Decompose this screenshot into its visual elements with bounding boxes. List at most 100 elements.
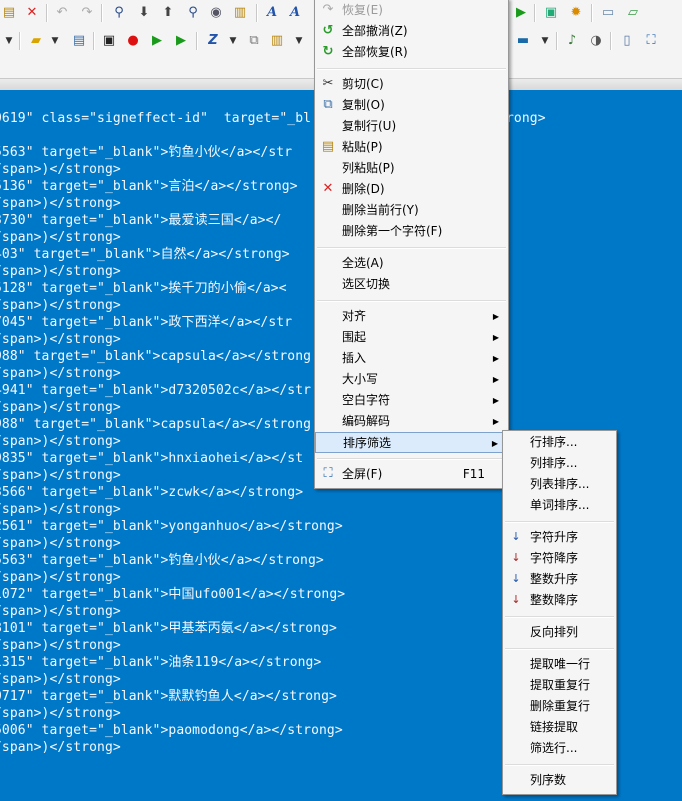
- menu-item-int-desc[interactable]: ↓ 整数降序: [503, 590, 616, 611]
- play-icon[interactable]: ▶: [512, 4, 530, 22]
- menu-item-char-desc[interactable]: ↓ 字符降序: [503, 548, 616, 569]
- menu-item-extract-duplicates[interactable]: 提取重复行: [503, 675, 616, 696]
- code-line: 5136" target="_blank">言泊</a></strong>: [0, 179, 298, 194]
- menu-item-encode-decode[interactable]: 编码解码 ▶: [315, 411, 508, 432]
- code-line: 0717" target="_blank">默默钓鱼人</a></strong>: [0, 689, 337, 704]
- arrow-up-icon[interactable]: ⬆: [159, 4, 177, 22]
- menu-separator: [505, 616, 614, 618]
- code-line: /span>)</strong>: [0, 162, 121, 177]
- menu-item-remove-duplicates[interactable]: 删除重复行: [503, 696, 616, 717]
- menu-item-column-paste[interactable]: 列粘贴(P): [315, 158, 508, 179]
- close-icon[interactable]: ✕: [23, 4, 41, 22]
- menu-item-char-asc[interactable]: ↓ 字符升序: [503, 527, 616, 548]
- menu-item-delete-line[interactable]: 删除当前行(Y): [315, 200, 508, 221]
- code-line: /span>)</strong>: [0, 298, 121, 313]
- square-icon[interactable]: ▣: [100, 32, 118, 50]
- page-plain-icon[interactable]: ▭: [599, 4, 617, 22]
- gear-icon[interactable]: ✹: [567, 4, 585, 22]
- menu-item-surround[interactable]: 围起 ▶: [315, 327, 508, 348]
- menu-item-int-asc[interactable]: ↓ 整数升序: [503, 569, 616, 590]
- menu-item-insert[interactable]: 插入 ▶: [315, 348, 508, 369]
- folder-icon[interactable]: ▰: [27, 32, 45, 50]
- menu-item-delete-first-char[interactable]: 删除第一个字符(F): [315, 221, 508, 242]
- submenu-arrow-icon: ▶: [492, 375, 499, 384]
- menu-item-copy[interactable]: ⧉ 复制(O): [315, 95, 508, 116]
- submenu-arrow-icon: ▶: [492, 417, 499, 426]
- disc-icon[interactable]: ◑: [587, 32, 605, 50]
- window-icon[interactable]: ▤: [70, 32, 88, 50]
- chevron-down-icon[interactable]: ▼: [224, 32, 242, 50]
- find-icon[interactable]: ⚲: [110, 4, 128, 22]
- paste-special-icon[interactable]: ▥: [231, 4, 249, 22]
- menu-item-copy-line[interactable]: 复制行(U): [315, 116, 508, 137]
- menu-item-toggle-selection[interactable]: 选区切换: [315, 274, 508, 295]
- font-plus-icon[interactable]: A: [286, 4, 304, 22]
- code-line: 2561" target="_blank">yonganhuo</a></str…: [0, 519, 343, 534]
- menu-item-paste[interactable]: ▤ 粘贴(P): [315, 137, 508, 158]
- undo-icon[interactable]: ↶: [53, 4, 71, 22]
- menu-item-label: 删除(D): [342, 182, 385, 196]
- record-icon[interactable]: ●: [124, 32, 142, 50]
- menu-item-whitespace[interactable]: 空白字符 ▶: [315, 390, 508, 411]
- binoculars-icon[interactable]: ◉: [207, 4, 225, 22]
- clipboard-icon[interactable]: ▤: [0, 4, 18, 22]
- redo-icon[interactable]: ↷: [78, 4, 96, 22]
- menu-item-label: 复制行(U): [342, 119, 397, 133]
- menu-item-fullscreen[interactable]: ⛶ 全屏(F) F11: [315, 464, 508, 485]
- menu-item-delete[interactable]: ✕ 删除(D): [315, 179, 508, 200]
- menu-item-label: 恢复(E): [342, 3, 383, 17]
- menu-item-extract-unique[interactable]: 提取唯一行: [503, 654, 616, 675]
- menu-item-list-sort[interactable]: 列表排序...: [503, 474, 616, 495]
- page-icon[interactable]: ▯: [618, 32, 636, 50]
- menu-item-label: 列表排序...: [530, 477, 590, 491]
- menu-item-undo-all[interactable]: ↺ 全部撤消(Z): [315, 21, 508, 42]
- chevron-down-icon[interactable]: ▼: [0, 32, 18, 50]
- code-line: 9835" target="_blank">hnxiaohei</a></st: [0, 451, 304, 466]
- font-icon[interactable]: A: [263, 4, 281, 22]
- page-green-icon[interactable]: ▱: [624, 4, 642, 22]
- menu-item-column-count[interactable]: 列序数: [503, 770, 616, 791]
- submenu-arrow-icon: ▶: [491, 439, 498, 448]
- menu-item-cut[interactable]: ✂ 剪切(C): [315, 74, 508, 95]
- chevron-down-icon[interactable]: ▼: [290, 32, 308, 50]
- menu-item-redo-all[interactable]: ↻ 全部恢复(R): [315, 42, 508, 63]
- z-icon[interactable]: Z: [204, 32, 222, 50]
- arrow-down-icon[interactable]: ⬇: [135, 4, 153, 22]
- menu-item-label: 列排序...: [530, 456, 578, 470]
- code-line: 988" target="_blank">capsula</a></strong: [0, 349, 312, 364]
- menu-item-extract-links[interactable]: 链接提取: [503, 717, 616, 738]
- menu-item-align[interactable]: 对齐 ▶: [315, 306, 508, 327]
- menu-item-sort-filter[interactable]: 排序筛选 ▶: [315, 432, 508, 453]
- fullscreen-icon[interactable]: ⛶: [642, 32, 660, 50]
- copy-list-icon[interactable]: ⧉: [245, 32, 263, 50]
- menu-item-word-sort[interactable]: 单词排序...: [503, 495, 616, 516]
- toolbar-separator: [196, 32, 198, 50]
- submenu-arrow-icon: ▶: [492, 396, 499, 405]
- window-icon[interactable]: ▬: [514, 32, 532, 50]
- chevron-down-icon[interactable]: ▼: [536, 32, 554, 50]
- menu-item-line-sort[interactable]: 行排序...: [503, 432, 616, 453]
- menu-item-case[interactable]: 大小写 ▶: [315, 369, 508, 390]
- menu-item-column-sort[interactable]: 列排序...: [503, 453, 616, 474]
- step-icon[interactable]: ▶: [172, 32, 190, 50]
- toolbar-separator: [556, 32, 558, 50]
- chevron-down-icon[interactable]: ▼: [46, 32, 64, 50]
- sort-descending-icon: ↓: [511, 551, 521, 564]
- menu-item-filter-lines[interactable]: 筛选行...: [503, 738, 616, 759]
- find-user-icon[interactable]: ⚲: [184, 4, 202, 22]
- undo-all-icon: ↺: [322, 23, 334, 38]
- menu-separator: [317, 300, 506, 302]
- menu-item-redo[interactable]: ↷ 恢复(E): [315, 0, 508, 21]
- menu-item-reverse[interactable]: 反向排列: [503, 622, 616, 643]
- menu-item-label: 插入: [342, 351, 367, 365]
- code-line: /span>)</strong>: [0, 604, 121, 619]
- refresh-icon[interactable]: ▥: [268, 32, 286, 50]
- menu-item-label: 删除重复行: [530, 699, 591, 713]
- play-icon[interactable]: ▶: [148, 32, 166, 50]
- menu-item-select-all[interactable]: 全选(A): [315, 253, 508, 274]
- menu-item-label: 筛选行...: [530, 741, 578, 755]
- music-icon[interactable]: ♪: [563, 32, 581, 50]
- code-line: 5563" target="_blank">钓鱼小伙</a></str: [0, 145, 293, 160]
- page-icon[interactable]: ▣: [542, 4, 560, 22]
- code-line: 0619" class="signeffect-id" target="_bl: [0, 111, 312, 126]
